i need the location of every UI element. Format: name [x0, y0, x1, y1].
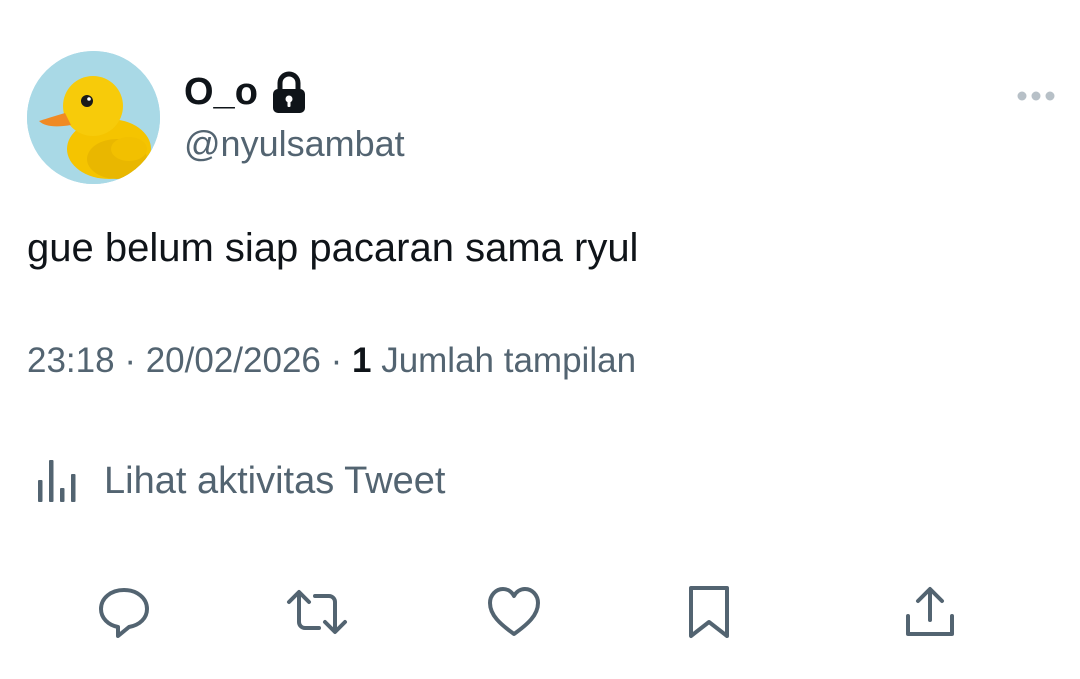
share-icon [906, 587, 954, 636]
display-name[interactable]: O_o [184, 73, 258, 111]
tweet-meta: 23:18 · 20/02/2026 · 1 Jumlah tampilan [27, 340, 636, 382]
user-handle[interactable]: @nyulsambat [184, 124, 405, 164]
meta-separator: · [320, 341, 352, 380]
action-bar [0, 580, 1080, 644]
bookmark-icon [689, 586, 729, 638]
bookmark-button[interactable] [677, 580, 741, 644]
views-count: 1 [351, 341, 372, 380]
reply-button[interactable] [92, 580, 156, 644]
heart-icon [488, 587, 540, 636]
reply-icon [99, 588, 149, 638]
tweet-time[interactable]: 23:18 [27, 340, 115, 382]
rubber-duck-avatar-image [27, 51, 160, 184]
more-icon [1017, 91, 1055, 101]
share-button[interactable] [898, 580, 962, 644]
display-name-row: O_o [184, 70, 308, 114]
lock-icon [272, 71, 305, 113]
tweet-text: gue belum siap pacaran sama ryul [27, 226, 639, 270]
activity-label: Lihat aktivitas Tweet [104, 460, 446, 502]
view-tweet-activity-link[interactable]: Lihat aktivitas Tweet [36, 458, 445, 504]
tweet: O_o @nyulsambat gue belum siap pacaran s… [0, 0, 1080, 679]
views-label: Jumlah tampilan [381, 341, 637, 380]
retweet-icon [287, 590, 347, 634]
like-button[interactable] [482, 580, 546, 644]
more-button[interactable] [1014, 86, 1058, 106]
bar-chart-icon [38, 460, 76, 502]
avatar[interactable] [27, 51, 160, 184]
meta-separator: · [114, 341, 146, 380]
retweet-button[interactable] [285, 580, 349, 644]
tweet-date[interactable]: 20/02/2026 [146, 340, 321, 382]
meta-space [371, 340, 381, 382]
